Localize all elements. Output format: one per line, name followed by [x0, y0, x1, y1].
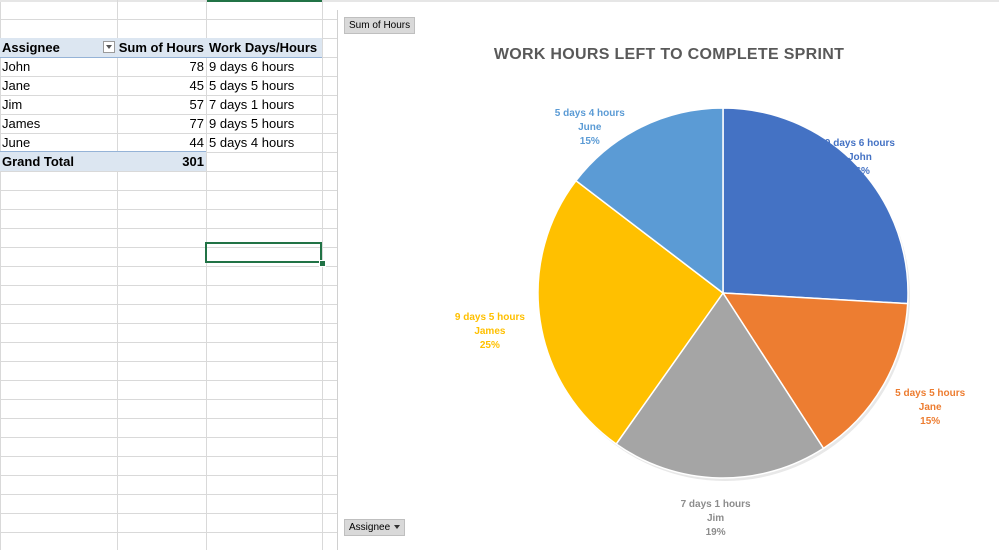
- cell-workdays[interactable]: 5 days 4 hours: [209, 133, 321, 152]
- cell-hours[interactable]: 57: [118, 95, 204, 114]
- label-percent: 15%: [579, 136, 600, 148]
- active-cell[interactable]: [205, 242, 322, 263]
- column-divider: [322, 0, 323, 550]
- cell-assignee[interactable]: John: [2, 57, 116, 76]
- cell-assignee[interactable]: Jane: [2, 76, 116, 95]
- table-row[interactable]: John 78 9 days 6 hours: [0, 57, 322, 76]
- data-label-june: 5 days 4 hours June 15%: [530, 107, 650, 149]
- label-category: June: [578, 122, 602, 134]
- selected-column-indicator: [207, 0, 322, 2]
- label-workdays: 9 days 5 hours: [454, 311, 525, 323]
- label-category: Jane: [918, 401, 942, 413]
- label-workdays: 5 days 4 hours: [554, 108, 625, 120]
- header-work-days-hours[interactable]: Work Days/Hours: [209, 38, 321, 57]
- cell-hours[interactable]: 44: [118, 133, 204, 152]
- cell-workdays[interactable]: 7 days 1 hours: [209, 95, 321, 114]
- assignee-filter-dropdown[interactable]: [103, 41, 115, 53]
- data-label-jim: 7 days 1 hours Jim 19%: [656, 498, 776, 540]
- label-percent: 25%: [479, 339, 500, 351]
- table-row[interactable]: Jane 45 5 days 5 hours: [0, 76, 322, 95]
- cell-workdays[interactable]: 5 days 5 hours: [209, 76, 321, 95]
- data-label-james: 9 days 5 hours James 25%: [430, 311, 550, 353]
- table-row[interactable]: Jim 57 7 days 1 hours: [0, 95, 322, 114]
- label-category: John: [847, 151, 872, 163]
- table-row[interactable]: June 44 5 days 4 hours: [0, 133, 322, 152]
- label-workdays: 9 days 6 hours: [824, 137, 895, 149]
- cell-hours[interactable]: 45: [118, 76, 204, 95]
- pivot-chart[interactable]: Sum of Hours Assignee WORK HOURS LEFT TO…: [337, 10, 999, 550]
- label-percent: 26%: [849, 165, 870, 177]
- pivot-header-row: Assignee Sum of Hours Work Days/Hours: [0, 38, 322, 58]
- cell-assignee[interactable]: Jim: [2, 95, 116, 114]
- cell-workdays[interactable]: 9 days 6 hours: [209, 57, 321, 76]
- header-sum-of-hours[interactable]: Sum of Hours: [118, 38, 204, 57]
- table-row[interactable]: James 77 9 days 5 hours: [0, 114, 322, 133]
- fill-handle[interactable]: [319, 260, 326, 267]
- label-workdays: 5 days 5 hours: [895, 387, 966, 399]
- grand-total-label[interactable]: Grand Total: [2, 152, 116, 171]
- column-header-edge: [0, 0, 999, 2]
- pie-plot: [537, 107, 910, 481]
- label-percent: 19%: [705, 526, 726, 538]
- grand-total-row[interactable]: Grand Total 301: [0, 151, 206, 171]
- label-category: Jim: [706, 512, 725, 524]
- cell-assignee[interactable]: James: [2, 114, 116, 133]
- cell-hours[interactable]: 78: [118, 57, 204, 76]
- label-percent: 15%: [920, 415, 941, 427]
- header-assignee[interactable]: Assignee: [2, 38, 116, 57]
- data-label-jane: 5 days 5 hours Jane 15%: [870, 387, 990, 429]
- grand-total-value[interactable]: 301: [118, 152, 204, 171]
- data-label-john: 9 days 6 hours John 26%: [800, 137, 920, 179]
- label-category: James: [474, 325, 506, 337]
- cell-workdays[interactable]: 9 days 5 hours: [209, 114, 321, 133]
- label-workdays: 7 days 1 hours: [680, 498, 751, 510]
- cell-hours[interactable]: 77: [118, 114, 204, 133]
- cell-assignee[interactable]: June: [2, 133, 116, 152]
